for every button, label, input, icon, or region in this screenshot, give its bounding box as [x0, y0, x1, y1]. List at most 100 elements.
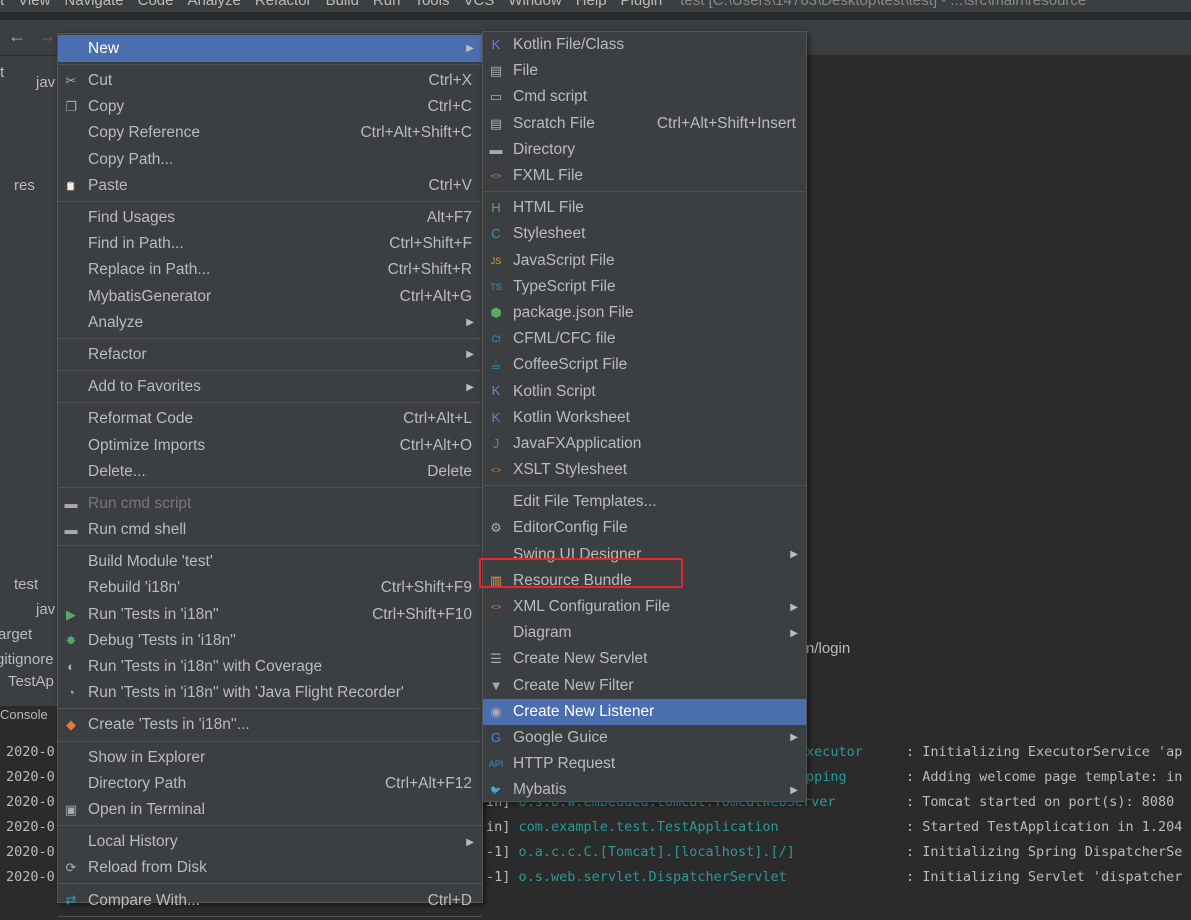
menu-run[interactable]: Run: [373, 0, 401, 12]
menu-item-file[interactable]: ▤ File: [483, 58, 806, 84]
menu-build[interactable]: Build: [326, 0, 359, 12]
menu-item-xml-configuration-file[interactable]: <> XML Configuration File ▶: [483, 594, 806, 620]
menu-item-javascript-file[interactable]: JS JavaScript File: [483, 248, 806, 274]
menu-item-label: XSLT Stylesheet: [513, 461, 628, 479]
menu-item-stylesheet[interactable]: C Stylesheet: [483, 221, 806, 247]
menu-view[interactable]: View: [18, 0, 50, 12]
menu-item-debug-tests-in-i18n[interactable]: ✸ Debug 'Tests in 'i18n'': [58, 628, 482, 654]
menu-item-label: Mybatis: [513, 781, 567, 799]
window-title: test [C:\Users\14763\Desktop\test\test] …: [680, 0, 1087, 9]
menu-item-optimize-imports[interactable]: Optimize Imports Ctrl+Alt+O: [58, 432, 482, 458]
tree-item-jav[interactable]: jav: [36, 74, 55, 91]
menu-item-coffeescript-file[interactable]: ☕ CoffeeScript File: [483, 352, 806, 378]
menu-analyze[interactable]: Analyze: [187, 0, 240, 12]
menu-item-run-tests-in-i18n-with-coverage[interactable]: ◐ Run 'Tests in 'i18n'' with Coverage: [58, 654, 482, 680]
menu-code[interactable]: Code: [138, 0, 174, 12]
menu-vcs[interactable]: VCS: [463, 0, 494, 12]
menu-window[interactable]: Window: [508, 0, 561, 12]
menu-item-package-json-file[interactable]: ⬢ package.json File: [483, 300, 806, 326]
menu-item-create-tests-in-i18n[interactable]: ◆ Create 'Tests in 'i18n''...: [58, 712, 482, 738]
menu-refactor[interactable]: Refactor: [255, 0, 312, 12]
menu-plugin[interactable]: Plugin: [621, 0, 663, 12]
menu-item-kotlin-worksheet[interactable]: K Kotlin Worksheet: [483, 405, 806, 431]
menu-item-fxml-file[interactable]: <> FXML File: [483, 163, 806, 189]
tree-item-test[interactable]: test: [14, 576, 38, 593]
menu-item-typescript-file[interactable]: TS TypeScript File: [483, 274, 806, 300]
menu-item-find-usages[interactable]: Find Usages Alt+F7: [58, 205, 482, 231]
menu-item-open-in-terminal[interactable]: ▣ Open in Terminal: [58, 797, 482, 823]
menu-item-diagram[interactable]: Diagram ▶: [483, 620, 806, 646]
chevron-right-icon: ▶: [466, 381, 474, 393]
console-logger: xecutor: [806, 744, 863, 760]
menu-item-run-cmd-script[interactable]: ▬ Run cmd script: [58, 491, 482, 517]
menu-item-replace-in-path[interactable]: Replace in Path... Ctrl+Shift+R: [58, 257, 482, 283]
tree-item-jav[interactable]: jav: [36, 601, 55, 618]
menu-item-new[interactable]: New ▶: [58, 35, 482, 62]
back-icon[interactable]: ←: [8, 26, 26, 47]
javascript-file-icon: JS: [490, 255, 502, 266]
copy-icon: ❐: [65, 99, 77, 115]
menu-item-cmd-script[interactable]: ▭ Cmd script: [483, 84, 806, 110]
menu-item-edit-file-templates[interactable]: Edit File Templates...: [483, 489, 806, 515]
menu-item-build-module-test[interactable]: Build Module 'test': [58, 549, 482, 575]
menu-item-create-new-servlet[interactable]: ☰ Create New Servlet: [483, 646, 806, 672]
menu-t[interactable]: t: [0, 0, 4, 12]
xml-configuration-file-icon: <>: [490, 601, 502, 612]
menu-item-find-in-path[interactable]: Find in Path... Ctrl+Shift+F: [58, 231, 482, 257]
menu-item-html-file[interactable]: H HTML File: [483, 195, 806, 221]
menu-item-analyze[interactable]: Analyze ▶: [58, 310, 482, 336]
menu-item-cut[interactable]: ✂ Cut Ctrl+X: [58, 68, 482, 94]
tree-item-gitignore[interactable]: gitignore: [0, 651, 54, 668]
kotlin-worksheet-icon: K: [491, 409, 501, 425]
menu-item-label: Run cmd shell: [88, 521, 187, 539]
menu-item-paste[interactable]: 📋 Paste Ctrl+V: [58, 173, 482, 199]
menu-item-mybatis[interactable]: 🐦 Mybatis ▶: [483, 777, 806, 803]
menu-item-run-tests-in-i18n-with-java-flight-recorder[interactable]: ◔ Run 'Tests in 'i18n'' with 'Java Flight…: [58, 680, 482, 706]
menu-item-copy-reference[interactable]: Copy Reference Ctrl+Alt+Shift+C: [58, 120, 482, 146]
menu-item-compare-with[interactable]: ⇄ Compare With... Ctrl+D: [58, 887, 482, 913]
menu-item-label: New: [88, 39, 120, 57]
menu-help[interactable]: Help: [576, 0, 607, 12]
menu-item-create-new-filter[interactable]: ▼ Create New Filter: [483, 673, 806, 699]
forward-icon[interactable]: →: [38, 26, 56, 47]
menu-item-javafxapplication[interactable]: J JavaFXApplication: [483, 431, 806, 457]
menu-item-reload-from-disk[interactable]: ⟳ Reload from Disk: [58, 855, 482, 881]
menu-item-run-tests-in-i18n[interactable]: ▶ Run 'Tests in 'i18n'' Ctrl+Shift+F10: [58, 602, 482, 628]
menu-item-scratch-file[interactable]: ▤ Scratch File Ctrl+Alt+Shift+Insert: [483, 111, 806, 137]
tree-item-testap[interactable]: TestAp: [8, 673, 54, 690]
menu-item-copy[interactable]: ❐ Copy Ctrl+C: [58, 94, 482, 120]
menu-item-add-to-favorites[interactable]: Add to Favorites ▶: [58, 374, 482, 400]
menu-item-label: Optimize Imports: [88, 436, 206, 454]
menu-item-local-history[interactable]: Local History ▶: [58, 829, 482, 855]
menu-item-mybatisgenerator[interactable]: MybatisGenerator Ctrl+Alt+G: [58, 284, 482, 310]
menu-tools[interactable]: Tools: [414, 0, 449, 12]
menu-item-reformat-code[interactable]: Reformat Code Ctrl+Alt+L: [58, 406, 482, 432]
project-view-label[interactable]: t: [0, 64, 4, 81]
menu-item-http-request[interactable]: API HTTP Request: [483, 751, 806, 777]
chevron-right-icon: ▶: [790, 732, 798, 744]
menu-item-copy-path[interactable]: Copy Path...: [58, 147, 482, 173]
tree-item-console[interactable]: Console: [0, 707, 48, 722]
menu-item-label: JavaFXApplication: [513, 434, 642, 452]
menu-item-label: Open in Terminal: [88, 800, 205, 818]
open-in-terminal-icon: ▣: [64, 801, 78, 817]
tree-item-arget[interactable]: arget: [0, 626, 32, 643]
menu-item-editorconfig-file[interactable]: ⚙ EditorConfig File: [483, 515, 806, 541]
menu-item-directory[interactable]: ▬ Directory: [483, 137, 806, 163]
menu-item-google-guice[interactable]: G Google Guice ▶: [483, 725, 806, 751]
menu-item-create-new-listener[interactable]: ◉ Create New Listener: [483, 698, 806, 725]
menu-navigate[interactable]: Navigate: [64, 0, 123, 12]
menu-item-run-cmd-shell[interactable]: ▬ Run cmd shell: [58, 517, 482, 543]
menu-item-cfml-cfc-file[interactable]: Cf CFML/CFC file: [483, 326, 806, 352]
menu-item-kotlin-file-class[interactable]: K Kotlin File/Class: [483, 32, 806, 58]
menu-item-directory-path[interactable]: Directory Path Ctrl+Alt+F12: [58, 771, 482, 797]
menu-item-show-in-explorer[interactable]: Show in Explorer: [58, 745, 482, 771]
menu-item-kotlin-script[interactable]: K Kotlin Script: [483, 378, 806, 404]
menu-item-delete[interactable]: Delete... Delete: [58, 459, 482, 485]
tree-item-res[interactable]: res: [14, 177, 35, 194]
menu-item-shortcut: Ctrl+Shift+F10: [372, 605, 472, 623]
menu-item-refactor[interactable]: Refactor ▶: [58, 342, 482, 368]
menu-item-rebuild-i18n[interactable]: Rebuild 'i18n' Ctrl+Shift+F9: [58, 575, 482, 601]
menu-item-xslt-stylesheet[interactable]: <> XSLT Stylesheet: [483, 457, 806, 483]
menu-item-shortcut: Ctrl+Shift+F9: [380, 579, 472, 597]
